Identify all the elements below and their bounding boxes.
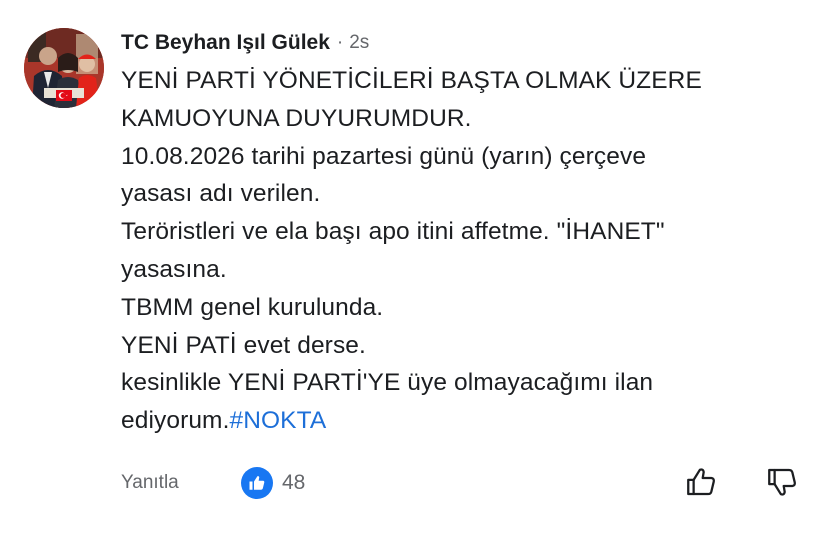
comment-line: YENİ PATİ evet derse. — [121, 331, 366, 359]
comment-item: TC Beyhan Işıl Gülek · 2s YENİ PARTİ YÖN… — [0, 0, 828, 536]
avatar-photo — [24, 28, 104, 108]
timestamp[interactable]: 2s — [349, 32, 369, 54]
comment-text: YENİ PARTİ YÖNETİCİLERİ BAŞTA OLMAK ÜZER… — [121, 62, 811, 440]
comment-line: 10.08.2026 tarihi pazartesi günü (yarın)… — [121, 142, 647, 170]
comment-line: KAMUOYUNA DUYURUMDUR. — [121, 104, 472, 132]
thumbs-down-outline-icon[interactable] — [762, 462, 802, 502]
comment-line: yasası adı verilen. — [121, 180, 321, 208]
comment-line: yasasına. — [121, 255, 227, 283]
comment-header: TC Beyhan Işıl Gülek · 2s — [121, 26, 811, 60]
reply-button[interactable]: Yanıtla — [121, 472, 241, 494]
comment-last-text: ediyorum. — [121, 407, 230, 435]
like-count: 48 — [282, 471, 306, 494]
thumbs-up-outline-icon[interactable] — [681, 462, 721, 502]
comment-last-line: ediyorum.#NOKTA — [121, 402, 811, 440]
comment-actions: Yanıtla 48 — [121, 462, 811, 504]
comment-line: TBMM genel kurulunda. — [121, 293, 384, 321]
comment-line: YENİ PARTİ YÖNETİCİLERİ BAŞTA OLMAK ÜZER… — [121, 67, 702, 94]
author-name[interactable]: TC Beyhan Işıl Gülek — [121, 31, 330, 55]
thumbs-up-icon[interactable] — [241, 467, 273, 499]
separator-dot: · — [336, 32, 344, 53]
hashtag-link[interactable]: #NOKTA — [229, 407, 326, 434]
comment-line: Teröristleri ve ela başı apo itini affet… — [121, 218, 665, 246]
comment-content: TC Beyhan Işıl Gülek · 2s YENİ PARTİ YÖN… — [121, 26, 811, 440]
avatar[interactable] — [24, 28, 104, 108]
comment-line: kesinlikle YENİ PARTİ'YE üye olmayacağım… — [121, 369, 654, 397]
